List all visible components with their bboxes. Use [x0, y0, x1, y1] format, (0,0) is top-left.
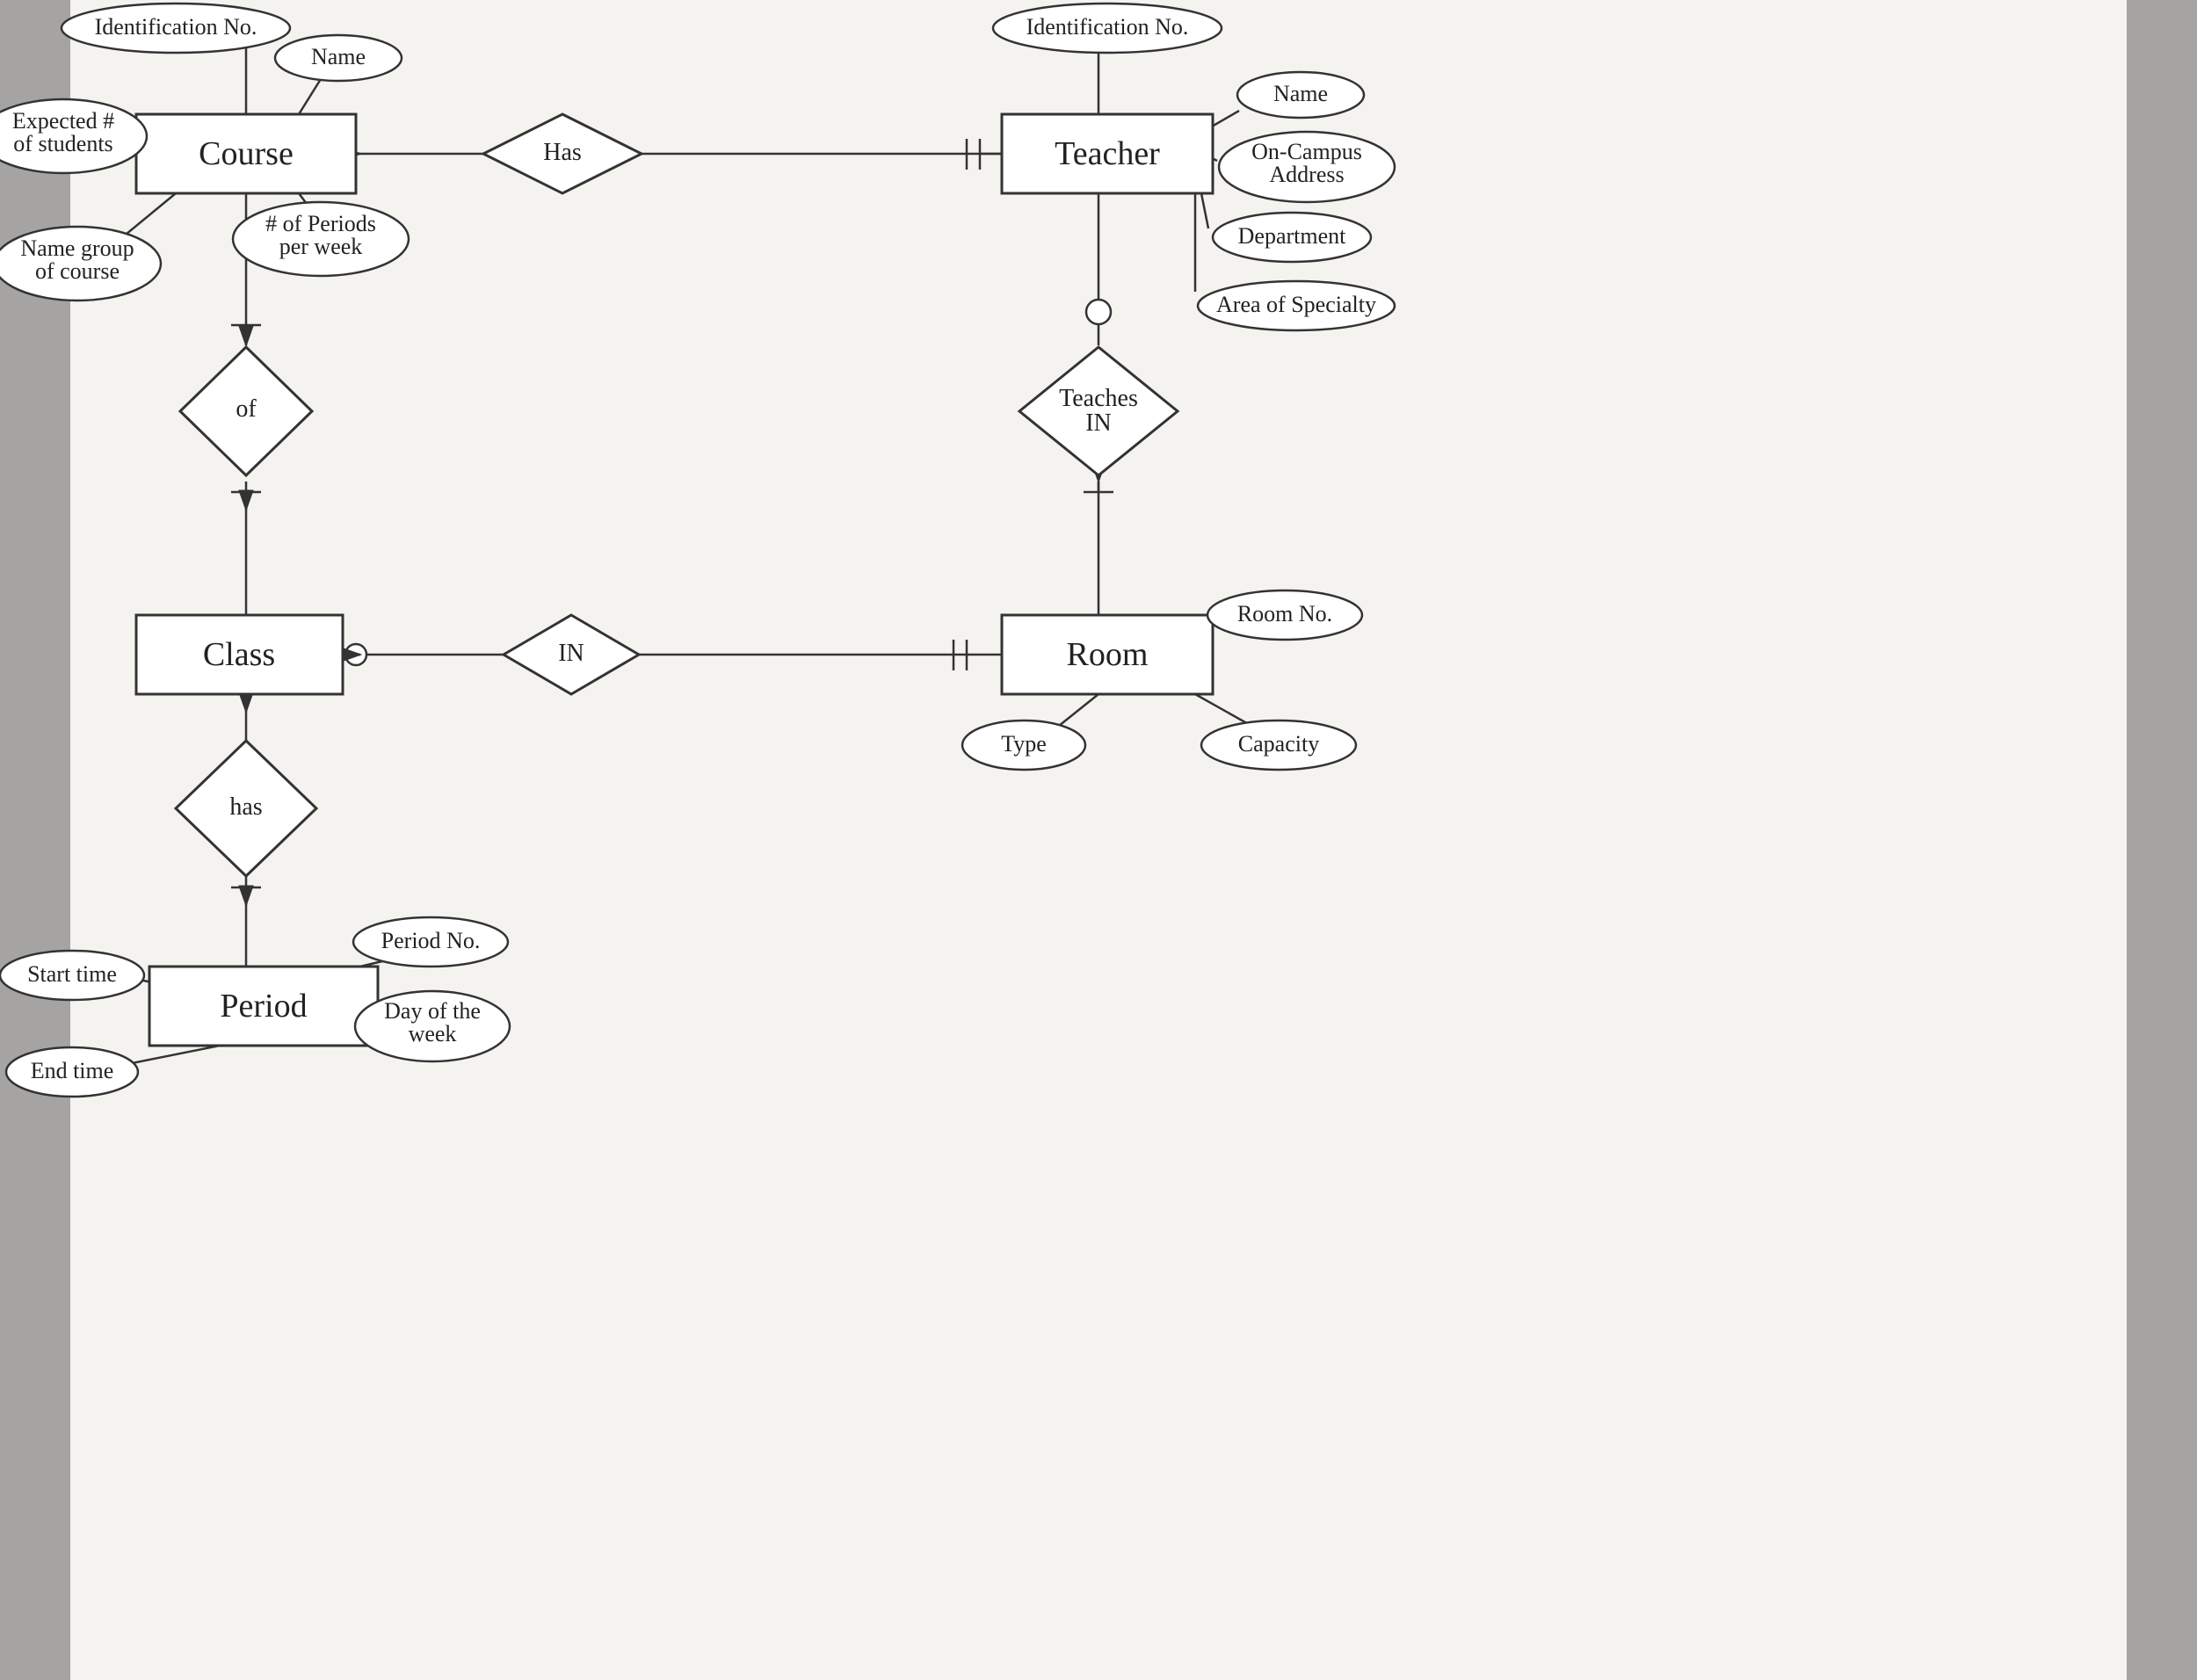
- teacher-address-label1: On-Campus: [1251, 139, 1362, 164]
- course-namegroup-label2: of course: [35, 258, 120, 284]
- teacher-dept-label: Department: [1238, 223, 1347, 249]
- teacher-label: Teacher: [1055, 135, 1160, 172]
- course-expected-label1: Expected #: [12, 108, 114, 134]
- in-label: IN: [558, 640, 584, 667]
- course-expected-label2: of students: [13, 131, 112, 156]
- period-label: Period: [220, 988, 307, 1025]
- teacher-address-label2: Address: [1269, 162, 1344, 187]
- teaches-in-label2: IN: [1085, 409, 1112, 437]
- of-label: of: [236, 395, 257, 423]
- course-periods-label2: per week: [279, 234, 363, 259]
- teaches-in-label: Teaches: [1059, 385, 1138, 412]
- period-no-label: Period No.: [381, 928, 481, 953]
- course-id-label: Identification No.: [95, 14, 257, 40]
- has2-label: has: [229, 793, 262, 821]
- room-label: Room: [1067, 636, 1149, 673]
- course-name-label: Name: [311, 44, 366, 69]
- teacher-id-label: Identification No.: [1026, 14, 1189, 40]
- teacher-specialty-label: Area of Specialty: [1216, 292, 1376, 317]
- teacher-name-label: Name: [1273, 81, 1328, 106]
- room-type-label: Type: [1001, 731, 1047, 757]
- room-capacity-label: Capacity: [1238, 731, 1319, 757]
- period-day-label2: week: [409, 1021, 457, 1046]
- er-diagram: Course Teacher Class Room Period Has of …: [0, 0, 2197, 1680]
- period-day-label1: Day of the: [384, 998, 481, 1024]
- period-end-label: End time: [31, 1058, 114, 1083]
- course-namegroup-label1: Name group: [20, 235, 134, 261]
- course-label: Course: [199, 135, 294, 172]
- course-periods-label1: # of Periods: [265, 211, 376, 236]
- class-label: Class: [203, 636, 275, 673]
- room-no-label: Room No.: [1237, 601, 1332, 626]
- period-start-label: Start time: [27, 961, 117, 987]
- has-label: Has: [543, 139, 582, 166]
